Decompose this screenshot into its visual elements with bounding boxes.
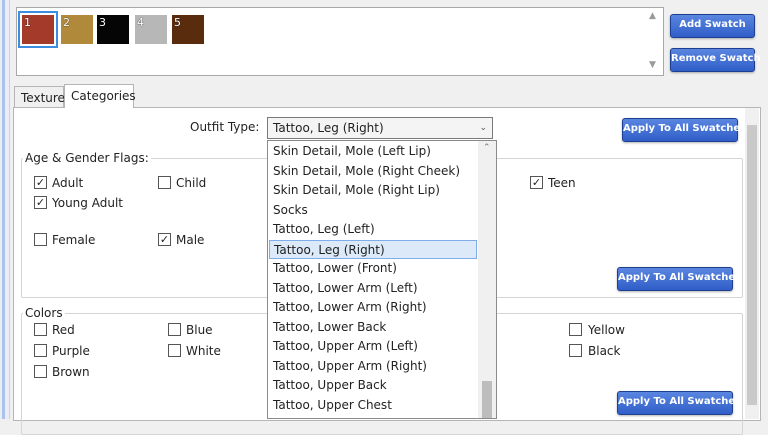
- dropdown-scrollbar-thumb[interactable]: [482, 381, 492, 418]
- left-edge-strip: [0, 0, 10, 419]
- dropdown-option[interactable]: Tattoo, Upper Back: [269, 376, 477, 396]
- colors-title: Colors: [23, 306, 65, 320]
- swatch-3[interactable]: 3: [96, 14, 130, 45]
- brown-checkbox[interactable]: [34, 365, 47, 378]
- swatch-1[interactable]: 1: [18, 11, 58, 48]
- dropdown-option[interactable]: Tattoo, Lower Arm (Left): [269, 279, 477, 299]
- swatch-2[interactable]: 2: [60, 14, 94, 45]
- dropdown-option[interactable]: Tattoo, Upper Arm (Left): [269, 337, 477, 357]
- child-checkbox[interactable]: [158, 176, 171, 189]
- swatch-label: 2: [63, 16, 70, 29]
- outfit-type-label: Outfit Type:: [190, 120, 260, 134]
- check-icon: ✓: [531, 176, 542, 189]
- swatch-panel-scrollbar[interactable]: ▲ ▼: [645, 8, 662, 73]
- swatch-label: 1: [24, 16, 31, 29]
- purple-checkbox[interactable]: [34, 344, 47, 357]
- male-label: Male: [176, 233, 205, 247]
- check-icon: ✓: [159, 233, 170, 246]
- teen-checkbox[interactable]: ✓: [530, 176, 543, 189]
- apply-to-all-swatches-button[interactable]: Apply To All Swatches: [622, 118, 746, 142]
- yellow-checkbox[interactable]: [569, 323, 582, 336]
- dropdown-option[interactable]: Socks: [269, 201, 477, 221]
- young-adult-label: Young Adult: [52, 196, 123, 210]
- apply-to-all-swatches-button[interactable]: Apply To All Swatches: [617, 267, 741, 291]
- dropdown-option[interactable]: Skin Detail, Mole (Left Lip): [269, 142, 477, 162]
- dropdown-option[interactable]: Tattoo, Lower Arm (Right): [269, 298, 477, 318]
- blue-label: Blue: [186, 323, 213, 337]
- dropdown-option[interactable]: Tattoo, Upper Chest: [269, 396, 477, 416]
- main-scrollbar-thumb[interactable]: [747, 125, 757, 405]
- check-icon: ✓: [35, 196, 46, 209]
- black-label: Black: [588, 344, 621, 358]
- dropdown-option[interactable]: Tattoo, Lower Back: [269, 318, 477, 338]
- red-checkbox[interactable]: [34, 323, 47, 336]
- yellow-label: Yellow: [588, 323, 625, 337]
- dropdown-option[interactable]: Tattoo, Upper Arm (Right): [269, 357, 477, 377]
- dropdown-option-selected[interactable]: Tattoo, Leg (Right): [269, 239, 477, 259]
- white-checkbox[interactable]: [168, 344, 181, 357]
- scroll-down-icon[interactable]: ▼: [649, 60, 656, 70]
- check-icon: ✓: [35, 176, 46, 189]
- young-adult-checkbox[interactable]: ✓: [34, 196, 47, 209]
- red-label: Red: [52, 323, 75, 337]
- outfit-type-dropdown-list[interactable]: Skin Detail, Mole (Left Lip) Skin Detail…: [267, 140, 497, 419]
- purple-label: Purple: [52, 344, 90, 358]
- outfit-type-select[interactable]: Tattoo, Leg (Right) ⌄: [267, 117, 493, 139]
- swatch-label: 5: [174, 16, 181, 29]
- child-label: Child: [176, 176, 207, 190]
- white-label: White: [186, 344, 221, 358]
- female-checkbox[interactable]: [34, 233, 47, 246]
- outfit-type-value: Tattoo, Leg (Right): [273, 121, 384, 135]
- add-swatch-button[interactable]: Add Swatch: [670, 14, 755, 38]
- swatch-label: 4: [137, 16, 144, 29]
- tab-categories[interactable]: Categories: [64, 84, 136, 108]
- black-checkbox[interactable]: [569, 344, 582, 357]
- dropdown-option[interactable]: Skin Detail, Mole (Right Lip): [269, 181, 477, 201]
- adult-label: Adult: [52, 176, 84, 190]
- swatch-label: 3: [99, 16, 106, 29]
- dropdown-option[interactable]: Tattoo, Leg (Left): [269, 220, 477, 240]
- brown-label: Brown: [52, 365, 90, 379]
- remove-swatch-button[interactable]: Remove Swatch: [670, 48, 761, 72]
- blue-checkbox[interactable]: [168, 323, 181, 336]
- female-label: Female: [52, 233, 96, 247]
- dropdown-option[interactable]: Skin Detail, Mole (Right Cheek): [269, 162, 477, 182]
- apply-to-all-swatches-button[interactable]: Apply To All Swatches: [617, 391, 741, 415]
- dropdown-scrollbar[interactable]: ⌃: [478, 141, 496, 418]
- left-edge-bar: [2, 0, 5, 419]
- main-scrollbar[interactable]: [745, 108, 759, 419]
- chevron-down-icon[interactable]: ⌄: [479, 118, 487, 138]
- swatch-4[interactable]: 4: [134, 14, 168, 45]
- scroll-up-icon[interactable]: ⌃: [483, 143, 491, 153]
- teen-label: Teen: [548, 176, 576, 190]
- scroll-up-icon[interactable]: ▲: [649, 11, 656, 21]
- swatch-5[interactable]: 5: [171, 14, 205, 45]
- male-checkbox[interactable]: ✓: [158, 233, 171, 246]
- tab-texture[interactable]: Texture: [14, 86, 65, 108]
- adult-checkbox[interactable]: ✓: [34, 176, 47, 189]
- age-gender-title: Age & Gender Flags:: [23, 151, 151, 165]
- dropdown-option[interactable]: Tattoo, Lower (Front): [269, 259, 477, 279]
